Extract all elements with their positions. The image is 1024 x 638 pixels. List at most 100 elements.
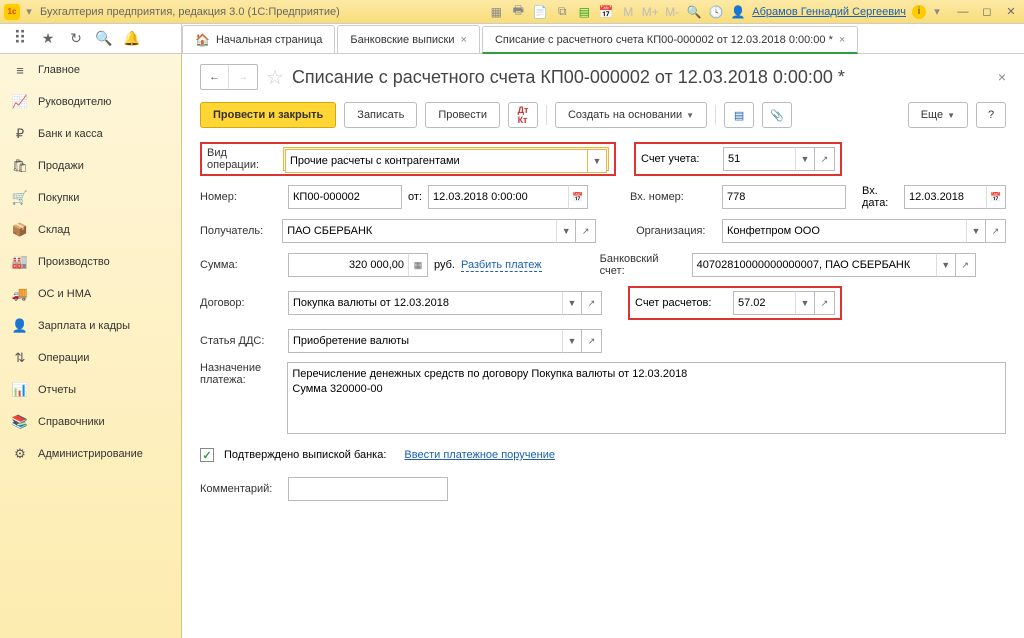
attach-button[interactable]: 📎 [762, 102, 792, 128]
mplus-icon[interactable]: M+ [642, 4, 658, 20]
open-icon[interactable]: ↗ [582, 329, 602, 353]
recipient-field[interactable]: ПАО СБЕРБАНК [282, 219, 556, 243]
sum-combo[interactable]: 320 000,00 ▦ [288, 253, 428, 277]
forward-button[interactable]: → [229, 65, 257, 89]
settle-acc-field[interactable]: 57.02 [733, 291, 795, 315]
search-toolbar-icon[interactable]: 🔍 [92, 27, 116, 51]
maximize-button[interactable]: ◻ [978, 3, 996, 21]
open-icon[interactable]: ↗ [815, 147, 835, 171]
post-button[interactable]: Провести [425, 102, 500, 128]
in-date-combo[interactable]: 12.03.2018 📅 [904, 185, 1006, 209]
calendar-icon[interactable]: 📅 [598, 4, 614, 20]
m-icon[interactable]: M [620, 4, 636, 20]
dt-kt-button[interactable]: ДтКт [508, 102, 538, 128]
sidebar-item-hr[interactable]: 👤Зарплата и кадры [0, 310, 181, 342]
close-page-button[interactable]: × [998, 69, 1006, 85]
star-icon[interactable]: ☆ [266, 65, 284, 90]
close-icon[interactable]: × [461, 34, 467, 46]
post-and-close-button[interactable]: Провести и закрыть [200, 102, 336, 128]
open-icon[interactable]: ↗ [986, 219, 1006, 243]
info-dd-icon[interactable]: ▾ [932, 7, 942, 17]
split-payment-link[interactable]: Разбить платеж [461, 259, 542, 272]
contract-combo[interactable]: Покупка валюты от 12.03.2018 ▼ ↗ [288, 291, 602, 315]
open-icon[interactable]: ↗ [956, 253, 976, 277]
sidebar-item-catalogs[interactable]: 📚Справочники [0, 406, 181, 438]
save-button[interactable]: Записать [344, 102, 417, 128]
org-field[interactable]: Конфетпром ООО [722, 219, 966, 243]
history-icon[interactable]: ↻ [64, 27, 88, 51]
optype-combo[interactable]: Прочие расчеты с контрагентами ▼ [283, 147, 609, 171]
close-icon[interactable]: × [839, 34, 845, 46]
open-icon[interactable]: ↗ [815, 291, 835, 315]
chevron-down-icon[interactable]: ▼ [562, 291, 582, 315]
app-menu-dd-icon[interactable]: ▾ [24, 7, 34, 17]
date-combo[interactable]: 12.03.2018 0:00:00 📅 [428, 185, 588, 209]
more-button[interactable]: Еще▼ [908, 102, 968, 128]
date-field[interactable]: 12.03.2018 0:00:00 [428, 185, 568, 209]
recipient-combo[interactable]: ПАО СБЕРБАНК ▼ ↗ [282, 219, 596, 243]
clock-icon[interactable]: 🕓 [708, 4, 724, 20]
sidebar-item-bank[interactable]: ₽Банк и касса [0, 118, 181, 150]
sidebar-item-reports[interactable]: 📊Отчеты [0, 374, 181, 406]
minimize-button[interactable]: — [954, 3, 972, 21]
contract-field[interactable]: Покупка валюты от 12.03.2018 [288, 291, 562, 315]
open-icon[interactable]: ↗ [582, 291, 602, 315]
dds-combo[interactable]: Приобретение валюты ▼ ↗ [288, 329, 602, 353]
search-icon[interactable]: 🔍 [686, 4, 702, 20]
in-number-field[interactable]: 778 [722, 185, 846, 209]
calc-icon[interactable]: ▦ [408, 253, 428, 277]
chevron-down-icon[interactable]: ▼ [556, 219, 576, 243]
user-link[interactable]: Абрамов Геннадий Сергеевич [752, 6, 906, 18]
sidebar-item-sales[interactable]: 🛍Продажи [0, 150, 181, 182]
bank-acc-combo[interactable]: 40702810000000000007, ПАО СБЕРБАНК ▼ ↗ [692, 253, 976, 277]
back-button[interactable]: ← [201, 65, 229, 89]
settle-acc-combo[interactable]: 57.02 ▼ ↗ [733, 291, 835, 315]
sidebar-item-operations[interactable]: ⇅Операции [0, 342, 181, 374]
sidebar-item-main[interactable]: ≡Главное [0, 54, 181, 86]
close-window-button[interactable]: ✕ [1002, 3, 1020, 21]
optype-field[interactable]: Прочие расчеты с контрагентами [285, 149, 587, 173]
print-icon[interactable]: 🖶 [510, 4, 526, 20]
mminus-icon[interactable]: M- [664, 4, 680, 20]
tab-home[interactable]: 🏠 Начальная страница [182, 25, 335, 53]
purpose-textarea[interactable]: Перечисление денежных средств по договор… [287, 362, 1006, 434]
number-field[interactable]: КП00-000002 [288, 185, 402, 209]
chevron-down-icon[interactable]: ▼ [795, 147, 815, 171]
in-date-field[interactable]: 12.03.2018 [904, 185, 986, 209]
help-button[interactable]: ? [976, 102, 1006, 128]
org-combo[interactable]: Конфетпром ООО ▼ ↗ [722, 219, 1006, 243]
tab-document[interactable]: Списание с расчетного счета КП00-000002 … [482, 26, 858, 54]
sidebar-item-production[interactable]: 🏭Производство [0, 246, 181, 278]
sidebar-item-warehouse[interactable]: 📦Склад [0, 214, 181, 246]
comment-field[interactable] [288, 477, 448, 501]
sidebar-item-purchases[interactable]: 🛒Покупки [0, 182, 181, 214]
account-combo[interactable]: 51 ▼ ↗ [723, 147, 835, 171]
apps-icon[interactable]: ⠿ [8, 27, 32, 51]
account-field[interactable]: 51 [723, 147, 795, 171]
dds-field[interactable]: Приобретение валюты [288, 329, 562, 353]
print-preview-icon[interactable]: ▦ [488, 4, 504, 20]
calc-icon[interactable]: ▤ [576, 4, 592, 20]
checklist-button[interactable]: ▤ [724, 102, 754, 128]
compare-icon[interactable]: ⧉ [554, 4, 570, 20]
pay-order-link[interactable]: Ввести платежное поручение [404, 449, 555, 461]
sidebar-item-assets[interactable]: 🚚ОС и НМА [0, 278, 181, 310]
chevron-down-icon[interactable]: ▼ [587, 149, 607, 173]
create-on-basis-button[interactable]: Создать на основании▼ [555, 102, 707, 128]
open-icon[interactable]: ↗ [576, 219, 596, 243]
bell-icon[interactable]: 🔔 [120, 27, 144, 51]
info-icon[interactable]: i [912, 5, 926, 19]
chevron-down-icon[interactable]: ▼ [936, 253, 956, 277]
chevron-down-icon[interactable]: ▼ [966, 219, 986, 243]
calendar-icon[interactable]: 📅 [986, 185, 1006, 209]
sidebar-item-admin[interactable]: ⚙Администрирование [0, 438, 181, 470]
sum-field[interactable]: 320 000,00 [288, 253, 408, 277]
chevron-down-icon[interactable]: ▼ [795, 291, 815, 315]
bank-acc-field[interactable]: 40702810000000000007, ПАО СБЕРБАНК [692, 253, 936, 277]
sidebar-item-manager[interactable]: 📈Руководителю [0, 86, 181, 118]
tab-bank[interactable]: Банковские выписки × [337, 25, 480, 53]
calendar-icon[interactable]: 📅 [568, 185, 588, 209]
doc-icon[interactable]: 📄 [532, 4, 548, 20]
favorite-icon[interactable]: ★ [36, 27, 60, 51]
chevron-down-icon[interactable]: ▼ [562, 329, 582, 353]
